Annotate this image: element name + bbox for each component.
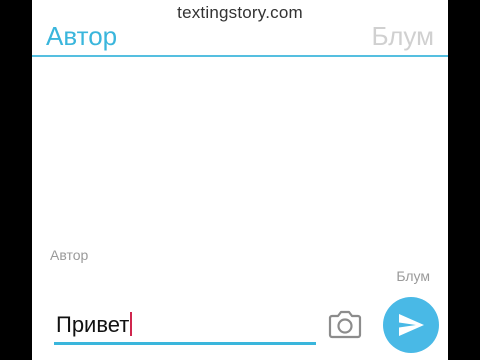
send-icon: [399, 314, 424, 336]
sender-label-bloom: Блум: [396, 268, 430, 284]
sender-label-author: Автор: [50, 247, 89, 263]
message-input-value: Привет: [56, 312, 130, 337]
text-caret: [130, 312, 133, 336]
camera-icon: [328, 310, 362, 339]
send-button[interactable]: [383, 297, 439, 353]
app-screen: textingstory.com Автор Блум Автор Блум П…: [32, 0, 448, 360]
message-input[interactable]: Привет: [54, 306, 316, 345]
tab-author[interactable]: Автор: [46, 20, 117, 52]
camera-button[interactable]: [328, 309, 362, 339]
message-input-text: Привет: [56, 312, 133, 338]
composer: Привет: [32, 294, 448, 360]
tab-bar: Автор Блум: [32, 18, 448, 55]
tab-bloom[interactable]: Блум: [371, 20, 434, 52]
message-list: Автор Блум: [32, 57, 448, 294]
